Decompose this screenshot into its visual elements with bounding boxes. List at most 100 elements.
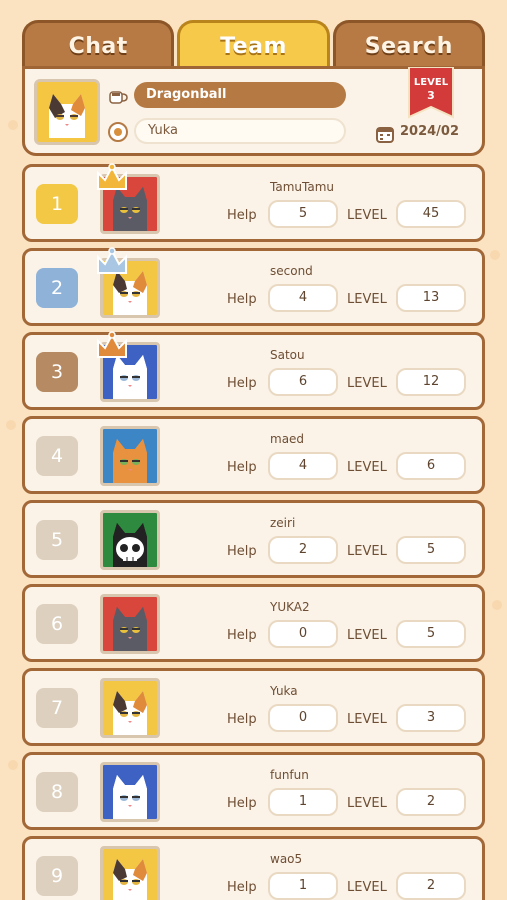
member-row[interactable]: 4 maed Help 4 LEVEL 6 [22, 416, 485, 494]
help-count: 1 [268, 788, 338, 816]
level-label: LEVEL [347, 796, 387, 811]
cat-avatar-icon [103, 513, 157, 567]
cat-avatar-icon [103, 849, 157, 900]
member-name: wao5 [270, 852, 303, 866]
help-label: Help [227, 628, 257, 643]
level-label: LEVEL [347, 460, 387, 475]
level-label: LEVEL [347, 292, 387, 307]
crown-icon [97, 163, 127, 190]
level-value: 5 [396, 536, 466, 564]
member-list: 1 TamuTamu Help 5 LEVEL 45 2 second Help… [22, 163, 485, 900]
rank-badge: 3 [36, 352, 78, 392]
level-label: LEVEL [347, 712, 387, 727]
help-label: Help [227, 796, 257, 811]
help-label: Help [227, 376, 257, 391]
member-name: Satou [270, 348, 305, 362]
tab-bar: Chat Team Search [22, 20, 485, 70]
paw-decoration [492, 600, 502, 610]
paw-decoration [490, 250, 500, 260]
team-level-value: 3 [427, 89, 435, 102]
member-name: zeiri [270, 516, 296, 530]
level-label: LEVEL [347, 208, 387, 223]
cat-avatar-icon [103, 429, 157, 483]
member-row[interactable]: 9 wao5 Help 1 LEVEL 2 [22, 836, 485, 900]
member-name: Yuka [270, 684, 298, 698]
help-count: 0 [268, 704, 338, 732]
tab-team[interactable]: Team [177, 20, 330, 70]
level-value: 2 [396, 872, 466, 900]
rank-badge: 6 [36, 604, 78, 644]
cat-avatar-icon [103, 765, 157, 819]
paw-decoration [6, 420, 16, 430]
member-name: funfun [270, 768, 309, 782]
member-row[interactable]: 1 TamuTamu Help 5 LEVEL 45 [22, 163, 485, 242]
help-label: Help [227, 880, 257, 895]
rank-badge: 8 [36, 772, 78, 812]
team-avatar [34, 79, 100, 145]
help-label: Help [227, 712, 257, 727]
help-label: Help [227, 292, 257, 307]
help-count: 1 [268, 872, 338, 900]
rank-badge: 7 [36, 688, 78, 728]
help-label: Help [227, 460, 257, 475]
member-avatar [100, 594, 160, 654]
member-row[interactable]: 8 funfun Help 1 LEVEL 2 [22, 752, 485, 830]
level-label: LEVEL [347, 544, 387, 559]
rank-badge: 2 [36, 268, 78, 308]
rank-badge: 4 [36, 436, 78, 476]
team-level-badge: LEVEL 3 [405, 67, 457, 119]
member-name: maed [270, 432, 305, 446]
level-value: 2 [396, 788, 466, 816]
member-name: YUKA2 [270, 600, 310, 614]
member-row[interactable]: 3 Satou Help 6 LEVEL 12 [22, 331, 485, 410]
level-value: 3 [396, 704, 466, 732]
help-count: 0 [268, 620, 338, 648]
level-label: LEVEL [347, 628, 387, 643]
leader-name-field: Yuka [134, 118, 346, 144]
gear-icon [108, 122, 128, 142]
help-count: 5 [268, 200, 338, 228]
tab-search[interactable]: Search [332, 20, 485, 70]
cat-avatar-icon [103, 597, 157, 651]
cat-avatar-icon [103, 681, 157, 735]
level-label: LEVEL [347, 376, 387, 391]
calico-cat-icon [37, 82, 97, 142]
member-avatar [100, 678, 160, 738]
help-count: 2 [268, 536, 338, 564]
calendar-icon [376, 127, 394, 143]
member-name: TamuTamu [270, 180, 334, 194]
level-value: 45 [396, 200, 466, 228]
member-avatar [100, 846, 160, 900]
coffee-cup-icon [109, 91, 128, 104]
rank-badge: 9 [36, 856, 78, 896]
help-count: 4 [268, 452, 338, 480]
level-value: 5 [396, 620, 466, 648]
crown-icon [97, 331, 127, 358]
member-row[interactable]: 7 Yuka Help 0 LEVEL 3 [22, 668, 485, 746]
member-avatar [100, 510, 160, 570]
level-value: 6 [396, 452, 466, 480]
member-name: second [270, 264, 313, 278]
level-value: 13 [396, 284, 466, 312]
member-avatar [100, 762, 160, 822]
rank-badge: 5 [36, 520, 78, 560]
help-count: 4 [268, 284, 338, 312]
team-name: Dragonball [134, 82, 346, 108]
team-level-label: LEVEL [413, 77, 449, 88]
paw-decoration [8, 120, 18, 130]
member-row[interactable]: 5 zeiri Help 2 LEVEL 5 [22, 500, 485, 578]
team-info-panel: Dragonball Yuka LEVEL 3 2024/02 [22, 66, 485, 156]
level-label: LEVEL [347, 880, 387, 895]
member-row[interactable]: 6 YUKA2 Help 0 LEVEL 5 [22, 584, 485, 662]
member-row[interactable]: 2 second Help 4 LEVEL 13 [22, 247, 485, 326]
help-count: 6 [268, 368, 338, 396]
crown-icon [97, 247, 127, 274]
level-value: 12 [396, 368, 466, 396]
tab-chat[interactable]: Chat [22, 20, 175, 70]
help-label: Help [227, 208, 257, 223]
member-avatar [100, 426, 160, 486]
paw-decoration [8, 760, 18, 770]
help-label: Help [227, 544, 257, 559]
rank-badge: 1 [36, 184, 78, 224]
team-date: 2024/02 [400, 124, 460, 139]
